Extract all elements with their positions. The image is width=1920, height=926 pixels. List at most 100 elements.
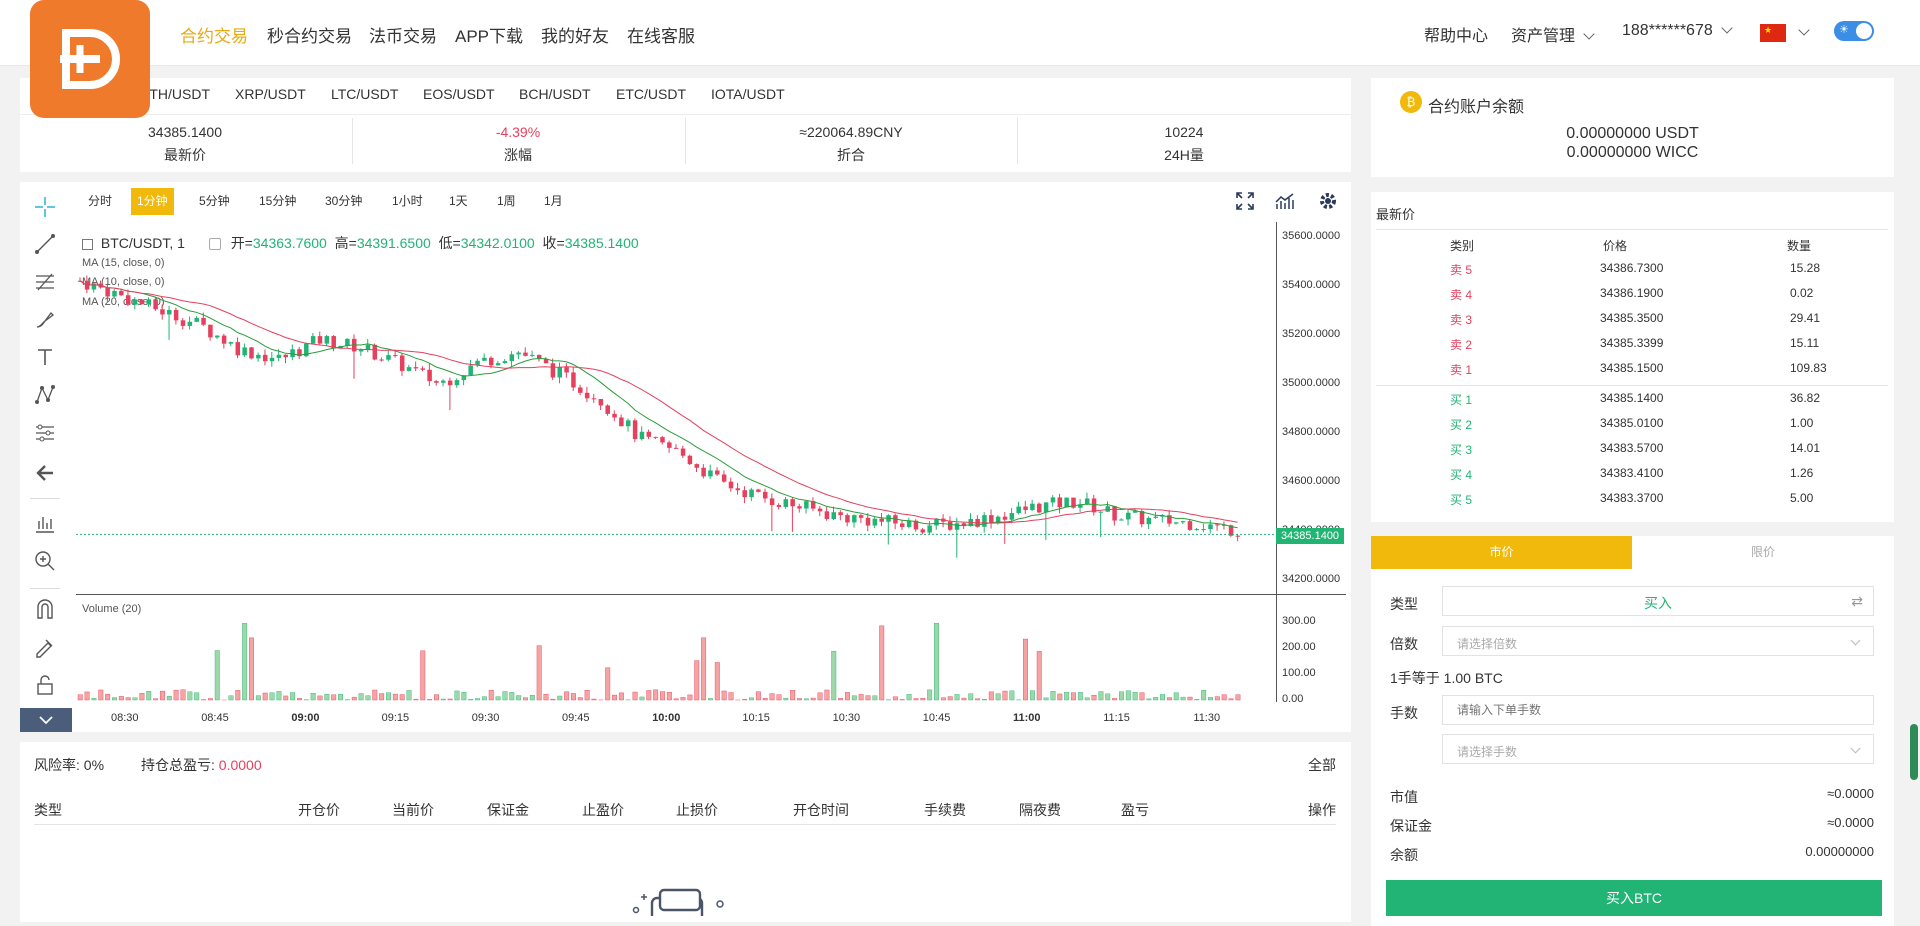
tf-1min[interactable]: 1分钟 bbox=[131, 188, 174, 215]
tf-1hour[interactable]: 1小时 bbox=[386, 188, 429, 215]
volume-bar bbox=[147, 691, 152, 700]
assets-menu[interactable]: 资产管理 bbox=[1511, 22, 1593, 46]
indicators-icon[interactable] bbox=[1275, 192, 1295, 210]
volume-bar bbox=[215, 651, 220, 700]
logo[interactable] bbox=[30, 0, 150, 118]
ask-row[interactable]: 卖 134385.1500109.83 bbox=[1380, 358, 1850, 378]
trend-line-icon[interactable] bbox=[30, 229, 60, 259]
tab-market-order[interactable]: 市价 bbox=[1371, 536, 1632, 569]
crosshair-icon[interactable] bbox=[30, 192, 60, 222]
volume-bar bbox=[1112, 698, 1117, 700]
pair-iota[interactable]: IOTA/USDT bbox=[711, 86, 785, 102]
ask-row[interactable]: 卖 434386.19000.02 bbox=[1380, 283, 1850, 303]
magnet-icon[interactable] bbox=[30, 594, 60, 624]
candle bbox=[201, 318, 206, 325]
pair-ltc[interactable]: LTC/USDT bbox=[331, 86, 398, 102]
lots-select[interactable]: 请选择手数 bbox=[1442, 734, 1874, 764]
bid-row[interactable]: 买 234385.01001.00 bbox=[1380, 413, 1850, 433]
page-scrollbar[interactable] bbox=[1910, 724, 1918, 780]
fullscreen-icon[interactable] bbox=[1236, 192, 1254, 210]
volume-bar bbox=[1078, 692, 1083, 700]
ask-row[interactable]: 卖 534386.730015.28 bbox=[1380, 258, 1850, 278]
settings-gear-icon[interactable] bbox=[1318, 191, 1338, 211]
text-tool-icon[interactable] bbox=[30, 342, 60, 372]
candle bbox=[153, 299, 158, 309]
nav-fiat[interactable]: 法币交易 bbox=[369, 22, 437, 47]
volume-bar bbox=[948, 697, 953, 700]
pair-eos[interactable]: EOS/USDT bbox=[423, 86, 495, 102]
bid-row[interactable]: 买 434383.41001.26 bbox=[1380, 463, 1850, 483]
candle bbox=[1140, 511, 1145, 524]
nav-support[interactable]: 在线客服 bbox=[627, 22, 695, 47]
tf-5min[interactable]: 5分钟 bbox=[193, 188, 236, 215]
candle bbox=[564, 367, 569, 372]
candle bbox=[736, 488, 741, 490]
pair-bch[interactable]: BCH/USDT bbox=[519, 86, 591, 102]
prediction-tool-icon[interactable] bbox=[30, 418, 60, 448]
theme-toggle[interactable]: ☀ bbox=[1834, 21, 1874, 41]
language-menu[interactable]: ★ bbox=[1760, 24, 1808, 42]
candle bbox=[701, 468, 706, 477]
tf-30min[interactable]: 30分钟 bbox=[319, 188, 368, 215]
tf-1week[interactable]: 1周 bbox=[491, 188, 522, 215]
buy-btc-button[interactable]: 买入BTC bbox=[1386, 880, 1882, 916]
lots-input[interactable] bbox=[1442, 695, 1874, 725]
volume-bar bbox=[352, 697, 357, 700]
leverage-select[interactable]: 请选择倍数 bbox=[1442, 626, 1874, 656]
tf-15min[interactable]: 15分钟 bbox=[253, 188, 302, 215]
bid-row[interactable]: 买 534383.37005.00 bbox=[1380, 488, 1850, 508]
pair-eth[interactable]: ETH/USDT bbox=[140, 86, 210, 102]
total-pnl: 持仓总盈亏: 0.0000 bbox=[141, 755, 262, 775]
candle bbox=[1106, 506, 1111, 511]
ask-row[interactable]: 卖 234385.339915.11 bbox=[1380, 333, 1850, 353]
volume-bar bbox=[475, 699, 480, 700]
balance-label: 余额 bbox=[1390, 845, 1418, 865]
volume-bar bbox=[818, 693, 823, 700]
x-axis-tick: 10:15 bbox=[742, 712, 770, 724]
show-all-link[interactable]: 全部 bbox=[1308, 755, 1336, 775]
pair-xrp[interactable]: XRP/USDT bbox=[235, 86, 306, 102]
pair-etc[interactable]: ETC/USDT bbox=[616, 86, 686, 102]
zoom-in-icon[interactable] bbox=[30, 546, 60, 576]
tab-limit-order[interactable]: 限价 bbox=[1632, 536, 1894, 569]
order-type-select[interactable]: 买入 ⇄ bbox=[1442, 586, 1874, 616]
measure-icon[interactable] bbox=[30, 508, 60, 538]
volume-bar bbox=[530, 695, 535, 700]
fib-tool-icon[interactable] bbox=[30, 266, 60, 296]
nav-contract[interactable]: 合约交易 bbox=[180, 22, 248, 47]
candle bbox=[1188, 521, 1193, 530]
help-center-link[interactable]: 帮助中心 bbox=[1424, 22, 1488, 46]
bid-row[interactable]: 买 134385.140036.82 bbox=[1380, 388, 1850, 408]
pattern-tool-icon[interactable] bbox=[30, 380, 60, 410]
unlock-icon[interactable] bbox=[30, 670, 60, 700]
candle bbox=[921, 529, 926, 532]
lock-drawings-icon[interactable] bbox=[30, 632, 60, 662]
nav-second-contract[interactable]: 秒合约交易 bbox=[267, 22, 352, 47]
price-chart[interactable] bbox=[76, 222, 1276, 702]
brush-icon[interactable] bbox=[30, 304, 60, 334]
candle bbox=[188, 322, 193, 326]
volume-bar bbox=[373, 690, 378, 700]
nav-friends[interactable]: 我的好友 bbox=[541, 22, 609, 47]
china-flag-icon: ★ bbox=[1760, 24, 1786, 42]
candle bbox=[763, 492, 768, 499]
swap-arrows-icon[interactable]: ⇄ bbox=[1851, 593, 1863, 610]
volume-bar bbox=[263, 693, 268, 700]
volume-axis-tick: 200.00 bbox=[1282, 641, 1316, 653]
market-value: ≈0.0000 bbox=[1827, 786, 1874, 801]
candle bbox=[927, 526, 932, 533]
user-menu[interactable]: 188******678 bbox=[1622, 22, 1731, 40]
bid-row[interactable]: 买 334383.570014.01 bbox=[1380, 438, 1850, 458]
candle bbox=[873, 519, 878, 526]
candle bbox=[859, 515, 864, 518]
tf-1day[interactable]: 1天 bbox=[443, 188, 474, 215]
back-arrow-icon[interactable] bbox=[30, 458, 60, 488]
volume-bar bbox=[1023, 639, 1028, 700]
nav-app-download[interactable]: APP下载 bbox=[455, 22, 523, 47]
tf-realtime[interactable]: 分时 bbox=[82, 188, 118, 215]
ask-row[interactable]: 卖 334385.350029.41 bbox=[1380, 308, 1850, 328]
toolbar-collapse-button[interactable] bbox=[20, 708, 72, 732]
tf-1month[interactable]: 1月 bbox=[538, 188, 569, 215]
volume-bar bbox=[1153, 697, 1158, 700]
volume-bar bbox=[85, 692, 90, 700]
